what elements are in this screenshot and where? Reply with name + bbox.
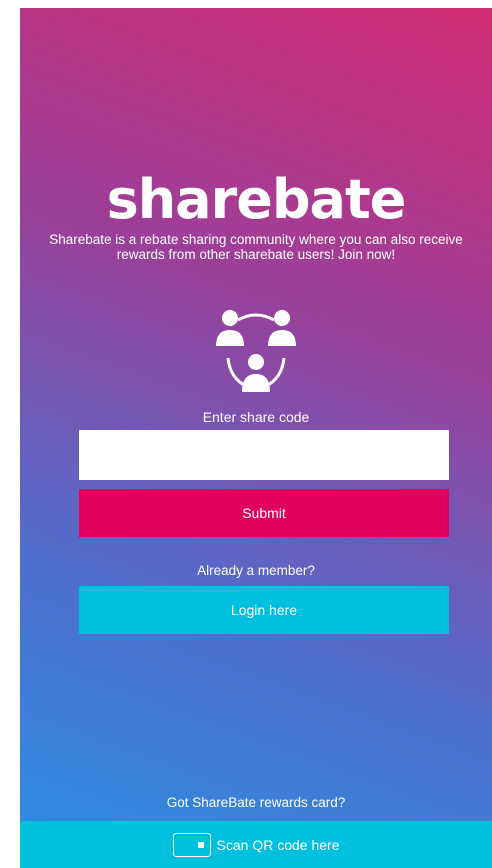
qr-scan-icon: [172, 832, 211, 857]
community-icon: [216, 310, 296, 392]
already-member-label: Already a member?: [197, 563, 315, 578]
rewards-card-label: Got ShareBate rewards card?: [166, 795, 346, 810]
submit-button[interactable]: Submit: [79, 489, 449, 537]
share-code-label: Enter share code: [202, 409, 310, 425]
login-button-label: Login here: [230, 602, 298, 618]
scan-qr-label: Scan QR code here: [216, 836, 340, 853]
app-tagline: Sharebate is a rebate sharing community …: [49, 232, 463, 262]
app-logo: sharebate: [106, 168, 407, 231]
app-screen: sharebate Sharebate is a rebate sharing …: [20, 8, 492, 868]
scan-qr-button[interactable]: Scan QR code here: [20, 821, 492, 868]
login-button[interactable]: Login here: [79, 586, 449, 634]
submit-button-label: Submit: [242, 505, 286, 521]
share-code-input[interactable]: [79, 430, 449, 480]
